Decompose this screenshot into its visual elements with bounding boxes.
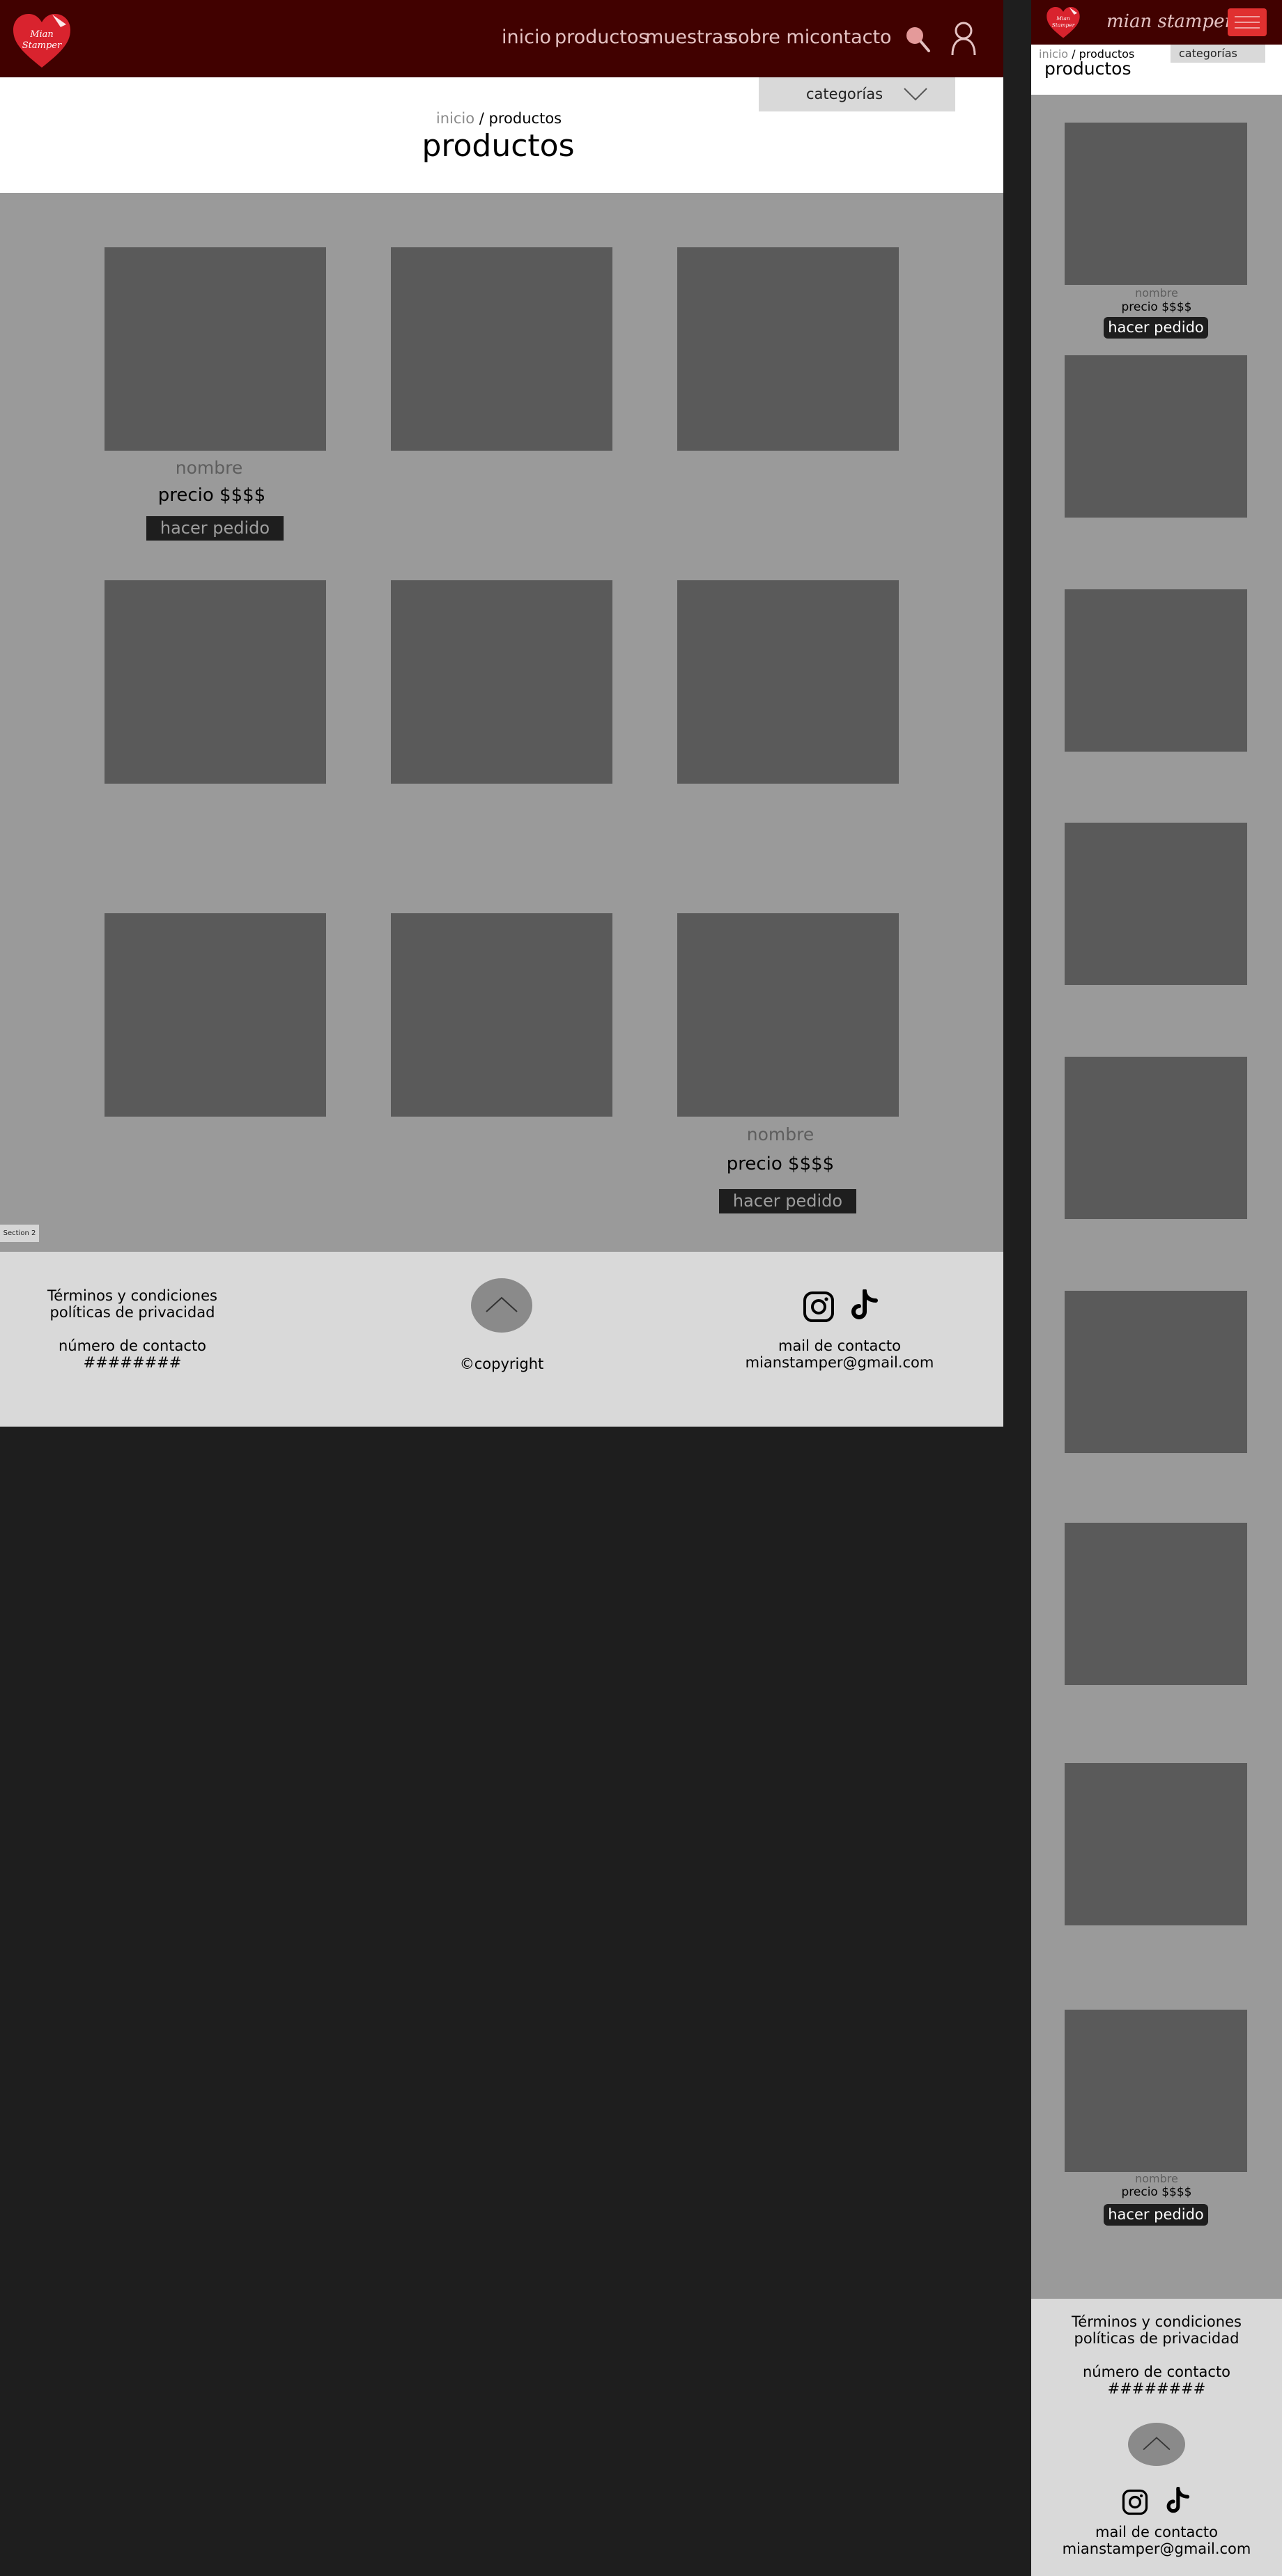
breadcrumb-current: productos (488, 110, 562, 127)
product-image[interactable] (1065, 1057, 1247, 1219)
mail-address[interactable]: mianstamper@gmail.com (735, 1354, 944, 1371)
order-button[interactable]: hacer pedido (719, 1189, 856, 1213)
svg-text:Mian: Mian (29, 29, 54, 40)
nav-sobre-mi[interactable]: sobre mi (728, 26, 810, 52)
section-tag: Section 2 (0, 1225, 39, 1242)
terms-link[interactable]: Términos y condiciones (1031, 2313, 1282, 2330)
brand-name: mian stamper (1106, 11, 1233, 32)
instagram-icon[interactable] (1122, 2489, 1148, 2515)
privacy-link[interactable]: políticas de privacidad (1031, 2330, 1282, 2347)
svg-text:Stamper: Stamper (1052, 22, 1075, 28)
back-to-top-button[interactable] (1128, 2423, 1185, 2466)
terms-link[interactable]: Términos y condiciones (28, 1287, 237, 1304)
back-to-top-button[interactable] (471, 1278, 532, 1333)
product-name: nombre (746, 1124, 814, 1145)
product-name: nombre (1135, 2172, 1178, 2185)
product-image[interactable] (1065, 123, 1247, 285)
product-price: precio $$$$ (1121, 300, 1192, 314)
page-title: productos (422, 128, 575, 164)
product-image[interactable] (1065, 1763, 1247, 1925)
product-image[interactable] (391, 580, 612, 784)
chevron-up-icon (486, 1296, 518, 1312)
breadcrumb-separator: / (474, 110, 489, 127)
nav-inicio[interactable]: inicio (502, 26, 551, 52)
product-image[interactable] (391, 247, 612, 451)
product-price: precio $$$$ (157, 485, 266, 506)
privacy-link[interactable]: políticas de privacidad (28, 1304, 237, 1321)
product-image[interactable] (105, 913, 326, 1117)
product-price: precio $$$$ (1121, 2185, 1192, 2199)
product-name: nombre (1135, 286, 1178, 300)
nav-muestras[interactable]: muestras (645, 26, 733, 52)
contact-number-label: número de contacto (58, 1337, 207, 1354)
categories-dropdown[interactable]: categorías (759, 77, 955, 111)
desktop-frame: Mian Stamper inicio productos muestras s… (0, 0, 1003, 1427)
product-image[interactable] (1065, 589, 1247, 752)
contact-number-label: número de contacto (1082, 2364, 1231, 2380)
logo[interactable]: Mian Stamper (1045, 5, 1081, 40)
product-image[interactable] (1065, 355, 1247, 518)
product-price: precio $$$$ (726, 1154, 835, 1174)
user-icon[interactable] (950, 21, 977, 56)
svg-text:Mian: Mian (1056, 15, 1070, 22)
mail-address[interactable]: mianstamper@gmail.com (1031, 2540, 1282, 2557)
product-image[interactable] (1065, 1291, 1247, 1453)
contact-number: ######## (83, 1354, 182, 1371)
contact-number: ######## (1107, 2380, 1206, 2397)
copyright: ©copyright (459, 1356, 544, 1372)
product-image[interactable] (677, 247, 899, 451)
order-button[interactable]: hacer pedido (1104, 2204, 1208, 2226)
product-image[interactable] (677, 580, 899, 784)
chevron-up-icon (1143, 2437, 1171, 2451)
categories-dropdown[interactable]: categorías (1171, 45, 1265, 63)
product-image[interactable] (1065, 1523, 1247, 1685)
product-image[interactable] (677, 913, 899, 1117)
breadcrumb-home[interactable]: inicio (436, 110, 474, 127)
categories-label: categorías (1179, 47, 1237, 60)
tiktok-icon[interactable] (1165, 2487, 1190, 2516)
nav-contacto[interactable]: contacto (810, 26, 892, 52)
product-image[interactable] (105, 247, 326, 451)
product-name: nombre (175, 458, 243, 478)
breadcrumb: inicio / productos (0, 110, 998, 127)
product-image[interactable] (391, 913, 612, 1117)
product-image[interactable] (1065, 823, 1247, 985)
search-icon[interactable] (904, 25, 931, 53)
product-image[interactable] (1065, 2010, 1247, 2172)
order-button[interactable]: hacer pedido (146, 516, 284, 541)
hamburger-menu-icon[interactable] (1228, 8, 1267, 36)
tiktok-icon[interactable] (849, 1289, 879, 1323)
chevron-down-icon (904, 88, 927, 101)
logo[interactable]: Mian Stamper (10, 10, 73, 70)
page-title: productos (1044, 59, 1132, 79)
nav-productos[interactable]: productos (555, 26, 648, 52)
mail-label: mail de contacto (1095, 2524, 1219, 2540)
order-button[interactable]: hacer pedido (1104, 317, 1208, 339)
mail-label: mail de contacto (778, 1337, 902, 1354)
svg-text:Stamper: Stamper (22, 40, 62, 51)
instagram-icon[interactable] (803, 1291, 835, 1323)
product-image[interactable] (105, 580, 326, 784)
categories-label: categorías (806, 86, 883, 102)
